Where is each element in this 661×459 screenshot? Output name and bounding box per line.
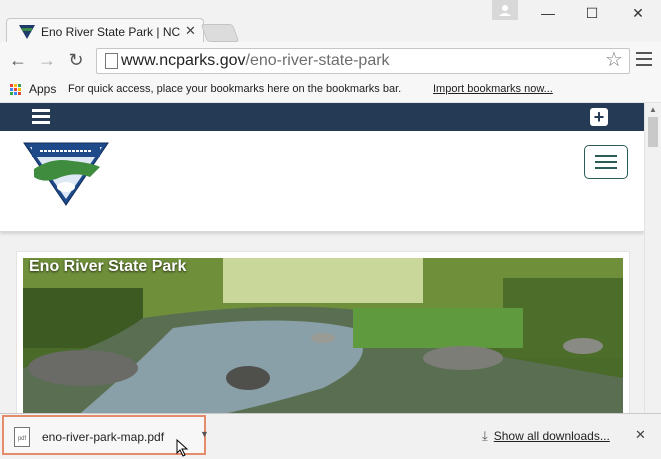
scroll-thumb[interactable]: [648, 117, 658, 147]
minimize-button[interactable]: —: [528, 2, 568, 24]
site-nav-toggle-button[interactable]: [584, 145, 628, 179]
maximize-button[interactable]: ☐: [572, 2, 612, 24]
browser-tab[interactable]: Eno River State Park | NC S ✕: [6, 18, 204, 45]
bookmark-star-icon[interactable]: ☆: [605, 49, 623, 71]
page-icon: [105, 53, 118, 69]
back-button[interactable]: ←: [8, 50, 28, 70]
person-icon: [499, 5, 511, 16]
bookmarks-hint: For quick access, place your bookmarks h…: [68, 83, 402, 95]
chrome-menu-icon[interactable]: [636, 52, 652, 68]
download-shelf: pdf eno-river-park-map.pdf ▼ ⤓ Show all d…: [0, 413, 661, 459]
browser-toolbar: ← → ↻ www.ncparks.gov/eno-river-state-pa…: [0, 42, 661, 79]
url-host: www.ncparks.gov: [121, 52, 246, 69]
river-photo: [23, 258, 623, 413]
show-all-downloads-label[interactable]: Show all downloads...: [494, 429, 610, 443]
profile-button[interactable]: [492, 0, 518, 20]
new-tab-button[interactable]: [200, 24, 240, 42]
nc-parks-favicon-icon: [19, 25, 35, 39]
title-bar: Eno River State Park | NC S ✕ — ☐ ✕: [0, 0, 661, 45]
site-menu-icon[interactable]: [32, 109, 50, 125]
bookmarks-bar: Apps For quick access, place your bookma…: [0, 78, 661, 103]
site-header: [0, 131, 644, 232]
window-close-button[interactable]: ✕: [618, 2, 658, 24]
forward-button[interactable]: →: [37, 50, 57, 70]
download-arrow-icon: ⤓: [482, 428, 488, 443]
reload-button[interactable]: ↻: [66, 50, 86, 70]
hero-card: Eno River State Park: [16, 251, 630, 413]
import-bookmarks-link[interactable]: Import bookmarks now...: [433, 83, 553, 95]
scroll-up-arrow-icon[interactable]: ▲: [649, 105, 657, 114]
hero-title: Eno River State Park: [29, 258, 187, 275]
apps-grid-icon[interactable]: [10, 84, 22, 96]
download-file-name[interactable]: eno-river-park-map.pdf: [42, 430, 164, 444]
tab-close-icon[interactable]: ✕: [185, 23, 196, 39]
apps-link[interactable]: Apps: [29, 82, 56, 96]
site-plus-button[interactable]: +: [590, 108, 608, 126]
url-path: /eno-river-state-park: [245, 52, 390, 69]
pdf-file-icon: pdf: [14, 427, 30, 447]
address-bar[interactable]: www.ncparks.gov/eno-river-state-park ☆: [96, 48, 630, 74]
page-scrollbar[interactable]: ▲: [644, 103, 661, 413]
download-item[interactable]: pdf eno-river-park-map.pdf ▼: [2, 415, 209, 457]
show-all-downloads-link[interactable]: ⤓ Show all downloads...: [482, 428, 610, 444]
url-text[interactable]: www.ncparks.gov/eno-river-state-park: [121, 52, 390, 70]
download-options-caret-icon[interactable]: ▼: [200, 429, 209, 439]
nc-state-parks-logo[interactable]: [22, 141, 110, 207]
mouse-pointer-icon: [176, 439, 189, 457]
page-viewport: + Eno River State Park: [0, 103, 644, 413]
tab-title: Eno River State Park | NC S: [41, 25, 181, 39]
site-nav-bar: +: [0, 103, 644, 131]
download-shelf-close-icon[interactable]: ✕: [635, 427, 646, 443]
